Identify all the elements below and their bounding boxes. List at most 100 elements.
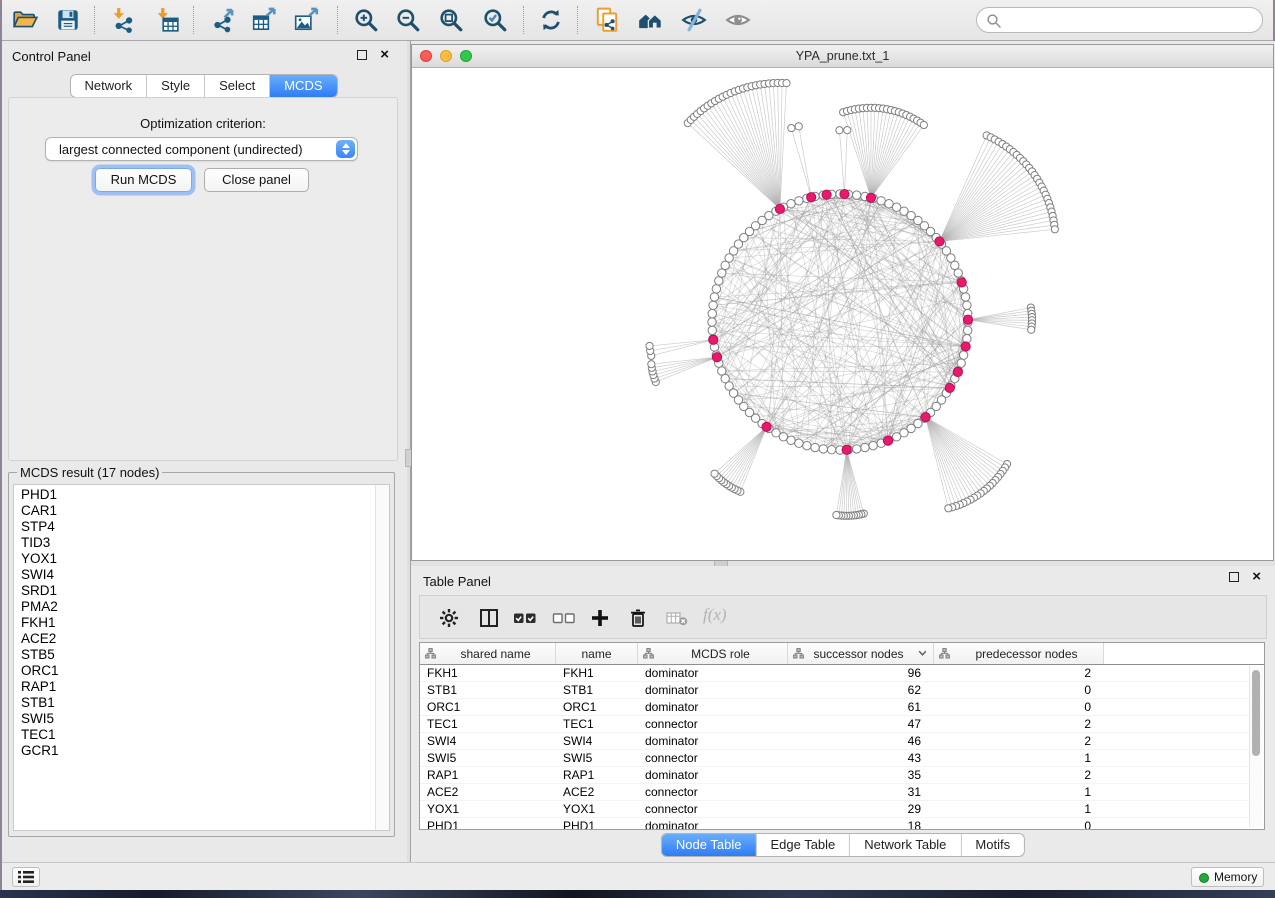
result-list-item[interactable]: TEC1 — [14, 727, 375, 743]
mcds-node[interactable] — [957, 278, 966, 287]
result-list-item[interactable]: CAR1 — [14, 503, 375, 519]
zoom-selected-button[interactable] — [482, 7, 508, 33]
tab-node-table[interactable]: Node Table — [662, 834, 757, 856]
mcds-node[interactable] — [921, 413, 930, 422]
result-list-item[interactable]: STB5 — [14, 647, 375, 663]
home-neighbors-button[interactable] — [637, 7, 663, 33]
tab-style[interactable]: Style — [147, 75, 205, 97]
result-list-item[interactable]: YOX1 — [14, 551, 375, 567]
table-cell: 2 — [934, 665, 1104, 681]
mcds-node[interactable] — [709, 335, 718, 344]
delete-column-button[interactable] — [627, 607, 649, 629]
table-cell: SWI4 — [420, 733, 556, 749]
copy-network-button[interactable] — [594, 7, 620, 33]
table-row[interactable]: SWI5SWI5connector431 — [420, 750, 1264, 767]
network-window-titlebar[interactable]: YPA_prune.txt_1 — [412, 45, 1273, 68]
memory-button[interactable]: Memory — [1191, 867, 1264, 887]
tab-mcds[interactable]: MCDS — [270, 75, 336, 97]
column-header-predecessor-nodes[interactable]: predecessor nodes — [934, 643, 1104, 664]
mcds-node[interactable] — [953, 367, 962, 376]
show-column-button[interactable] — [478, 607, 500, 629]
mcds-node[interactable] — [822, 190, 831, 199]
import-network-button[interactable] — [110, 7, 136, 33]
search-box[interactable] — [976, 7, 1263, 33]
mcds-node[interactable] — [883, 436, 892, 445]
result-list-scrollbar[interactable] — [375, 485, 389, 830]
mcds-node[interactable] — [762, 422, 771, 431]
tab-select[interactable]: Select — [205, 75, 270, 97]
tab-network[interactable]: Network — [70, 75, 147, 97]
zoom-fit-button[interactable] — [438, 7, 464, 33]
mcds-node[interactable] — [840, 189, 849, 198]
run-mcds-button[interactable]: Run MCDS — [95, 168, 192, 192]
create-column-button[interactable] — [589, 607, 611, 629]
search-input[interactable] — [1007, 10, 1256, 32]
export-network-button[interactable] — [211, 7, 237, 33]
network-canvas[interactable] — [412, 67, 1273, 560]
table-row[interactable]: ORC1ORC1dominator610 — [420, 699, 1264, 716]
mcds-node[interactable] — [961, 342, 970, 351]
table-row[interactable]: ACE2ACE2connector311 — [420, 784, 1264, 801]
column-header-mcds-role[interactable]: MCDS role — [638, 643, 788, 664]
mcds-node[interactable] — [807, 193, 816, 202]
column-header-name[interactable]: name — [556, 643, 638, 664]
table-row[interactable]: TEC1TEC1connector472 — [420, 716, 1264, 733]
float-panel-icon[interactable] — [1229, 572, 1239, 582]
zoom-out-button[interactable] — [395, 7, 421, 33]
result-list-item[interactable]: PMA2 — [14, 599, 375, 615]
hide-selected-button[interactable] — [681, 7, 707, 33]
tab-network-table[interactable]: Network Table — [850, 834, 961, 856]
tab-motifs[interactable]: Motifs — [961, 834, 1024, 856]
refresh-layout-button[interactable] — [538, 7, 564, 33]
select-all-button[interactable] — [513, 607, 535, 629]
mcds-node[interactable] — [842, 445, 851, 454]
import-table-button[interactable] — [154, 7, 180, 33]
mcds-node[interactable] — [866, 193, 875, 202]
table-row[interactable]: SWI4SWI4dominator462 — [420, 733, 1264, 750]
export-table-button[interactable] — [251, 7, 277, 33]
result-list-item[interactable]: SWI5 — [14, 711, 375, 727]
table-row[interactable]: YOX1YOX1connector291 — [420, 801, 1264, 818]
optimization-dropdown[interactable]: largest connected component (undirected) — [45, 137, 358, 161]
mcds-node[interactable] — [945, 383, 954, 392]
mcds-node[interactable] — [935, 237, 944, 246]
show-all-button[interactable] — [725, 7, 751, 33]
result-list-item[interactable]: STP4 — [14, 519, 375, 535]
table-scrollbar[interactable] — [1249, 666, 1263, 827]
result-list-item[interactable]: PHD1 — [14, 487, 375, 503]
table-row[interactable]: PHD1PHD1dominator180 — [420, 818, 1264, 830]
table-cell — [1104, 750, 1264, 766]
mcds-node[interactable] — [963, 315, 972, 324]
open-file-button[interactable] — [12, 7, 38, 33]
zoom-in-button[interactable] — [353, 7, 379, 33]
deselect-all-button[interactable] — [552, 607, 574, 629]
table-row[interactable]: RAP1RAP1dominator352 — [420, 767, 1264, 784]
result-list-item[interactable]: SWI4 — [14, 567, 375, 583]
mcds-node[interactable] — [712, 353, 721, 362]
close-panel-icon[interactable]: × — [1252, 568, 1261, 586]
close-panel-icon[interactable]: × — [380, 46, 389, 64]
task-history-button[interactable] — [12, 867, 40, 887]
table-settings-button[interactable] — [438, 607, 460, 629]
table-row[interactable]: STB1STB1dominator620 — [420, 682, 1264, 699]
mcds-node[interactable] — [775, 204, 784, 213]
result-list-item[interactable]: RAP1 — [14, 679, 375, 695]
result-list-item[interactable]: GCR1 — [14, 743, 375, 759]
table-scrollbar-thumb[interactable] — [1252, 670, 1260, 756]
float-panel-icon[interactable] — [357, 50, 367, 60]
result-list-item[interactable]: TID3 — [14, 535, 375, 551]
tab-edge-table[interactable]: Edge Table — [756, 834, 850, 856]
result-list-item[interactable]: SRD1 — [14, 583, 375, 599]
result-list-item[interactable]: FKH1 — [14, 615, 375, 631]
column-header-shared-name[interactable]: shared name — [420, 643, 556, 664]
result-list-item[interactable]: ACE2 — [14, 631, 375, 647]
result-list-item[interactable]: STB1 — [14, 695, 375, 711]
desktop-edge-left — [0, 0, 2, 890]
export-image-button[interactable] — [293, 7, 319, 33]
result-list-item[interactable]: ORC1 — [14, 663, 375, 679]
close-panel-button[interactable]: Close panel — [204, 168, 309, 192]
column-header-successor-nodes[interactable]: successor nodes — [788, 643, 934, 664]
mcds-result-list[interactable]: PHD1CAR1STP4TID3YOX1SWI4SRD1PMA2FKH1ACE2… — [14, 487, 375, 830]
table-row[interactable]: FKH1FKH1dominator962 — [420, 665, 1264, 682]
save-session-button[interactable] — [55, 7, 81, 33]
